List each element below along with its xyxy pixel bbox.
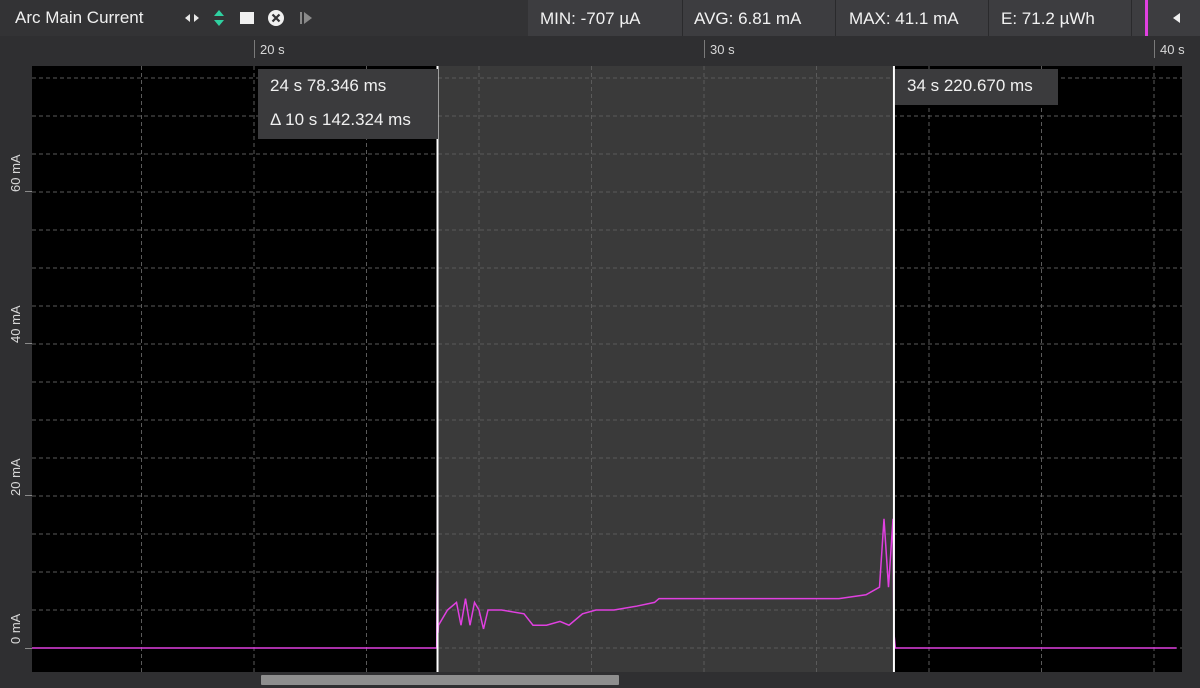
ruler-label: 20 s bbox=[260, 42, 285, 57]
right-margin bbox=[1182, 66, 1200, 672]
accent-marker bbox=[1145, 0, 1148, 36]
stat-max: MAX: 41.1 mA bbox=[849, 9, 959, 28]
ruler-tick bbox=[704, 40, 705, 58]
ruler-tick bbox=[1154, 40, 1155, 58]
left-cursor-time: 24 s 78.346 ms bbox=[270, 76, 387, 95]
pan-horizontal-icon[interactable] bbox=[183, 9, 201, 27]
y-tick-label: 20 mA bbox=[8, 458, 23, 496]
y-axis-tick bbox=[25, 343, 32, 344]
channel-title: Arc Main Current bbox=[15, 8, 144, 27]
right-cursor-time: 34 s 220.670 ms bbox=[907, 76, 1033, 95]
y-tick-label: 0 mA bbox=[8, 613, 23, 644]
selection-region bbox=[437, 66, 894, 672]
stat-divider bbox=[682, 0, 683, 36]
stats-panel: MIN: -707 µA AVG: 6.81 mA MAX: 41.1 mA E… bbox=[528, 0, 1200, 36]
plot-area[interactable] bbox=[32, 66, 1182, 672]
ruler-label: 40 s bbox=[1160, 42, 1185, 57]
stat-divider bbox=[988, 0, 989, 36]
stop-icon[interactable] bbox=[238, 9, 256, 27]
y-axis-tick bbox=[25, 191, 32, 192]
y-axis-tick bbox=[25, 495, 32, 496]
y-axis-tick bbox=[25, 648, 32, 649]
stat-energy: E: 71.2 µWh bbox=[1001, 9, 1095, 28]
stat-divider bbox=[835, 0, 836, 36]
step-forward-icon[interactable] bbox=[297, 9, 315, 27]
selection-delta: Δ 10 s 142.324 ms bbox=[270, 110, 411, 129]
collapse-left-icon[interactable] bbox=[1168, 9, 1186, 27]
y-tick-label: 60 mA bbox=[8, 154, 23, 192]
y-tick-label: 40 mA bbox=[8, 305, 23, 343]
zoom-vertical-icon[interactable] bbox=[210, 9, 228, 27]
right-cursor-tooltip: 34 s 220.670 ms bbox=[895, 69, 1058, 105]
time-ruler[interactable]: 20 s 30 s 40 s bbox=[0, 36, 1200, 66]
stat-divider bbox=[1131, 0, 1132, 36]
left-cursor-tooltip: 24 s 78.346 ms Δ 10 s 142.324 ms bbox=[258, 69, 438, 139]
stat-min: MIN: -707 µA bbox=[540, 9, 641, 28]
current-chart[interactable] bbox=[32, 66, 1182, 672]
stat-avg: AVG: 6.81 mA bbox=[694, 9, 802, 28]
clear-icon[interactable] bbox=[267, 9, 285, 27]
ruler-tick bbox=[254, 40, 255, 58]
y-axis: 0 mA 20 mA 40 mA 60 mA bbox=[0, 66, 32, 672]
ruler-label: 30 s bbox=[710, 42, 735, 57]
toolbar: Arc Main Current MIN: -707 µA AVG: 6.81 … bbox=[0, 0, 1200, 37]
scrollbar-thumb[interactable] bbox=[261, 675, 619, 685]
